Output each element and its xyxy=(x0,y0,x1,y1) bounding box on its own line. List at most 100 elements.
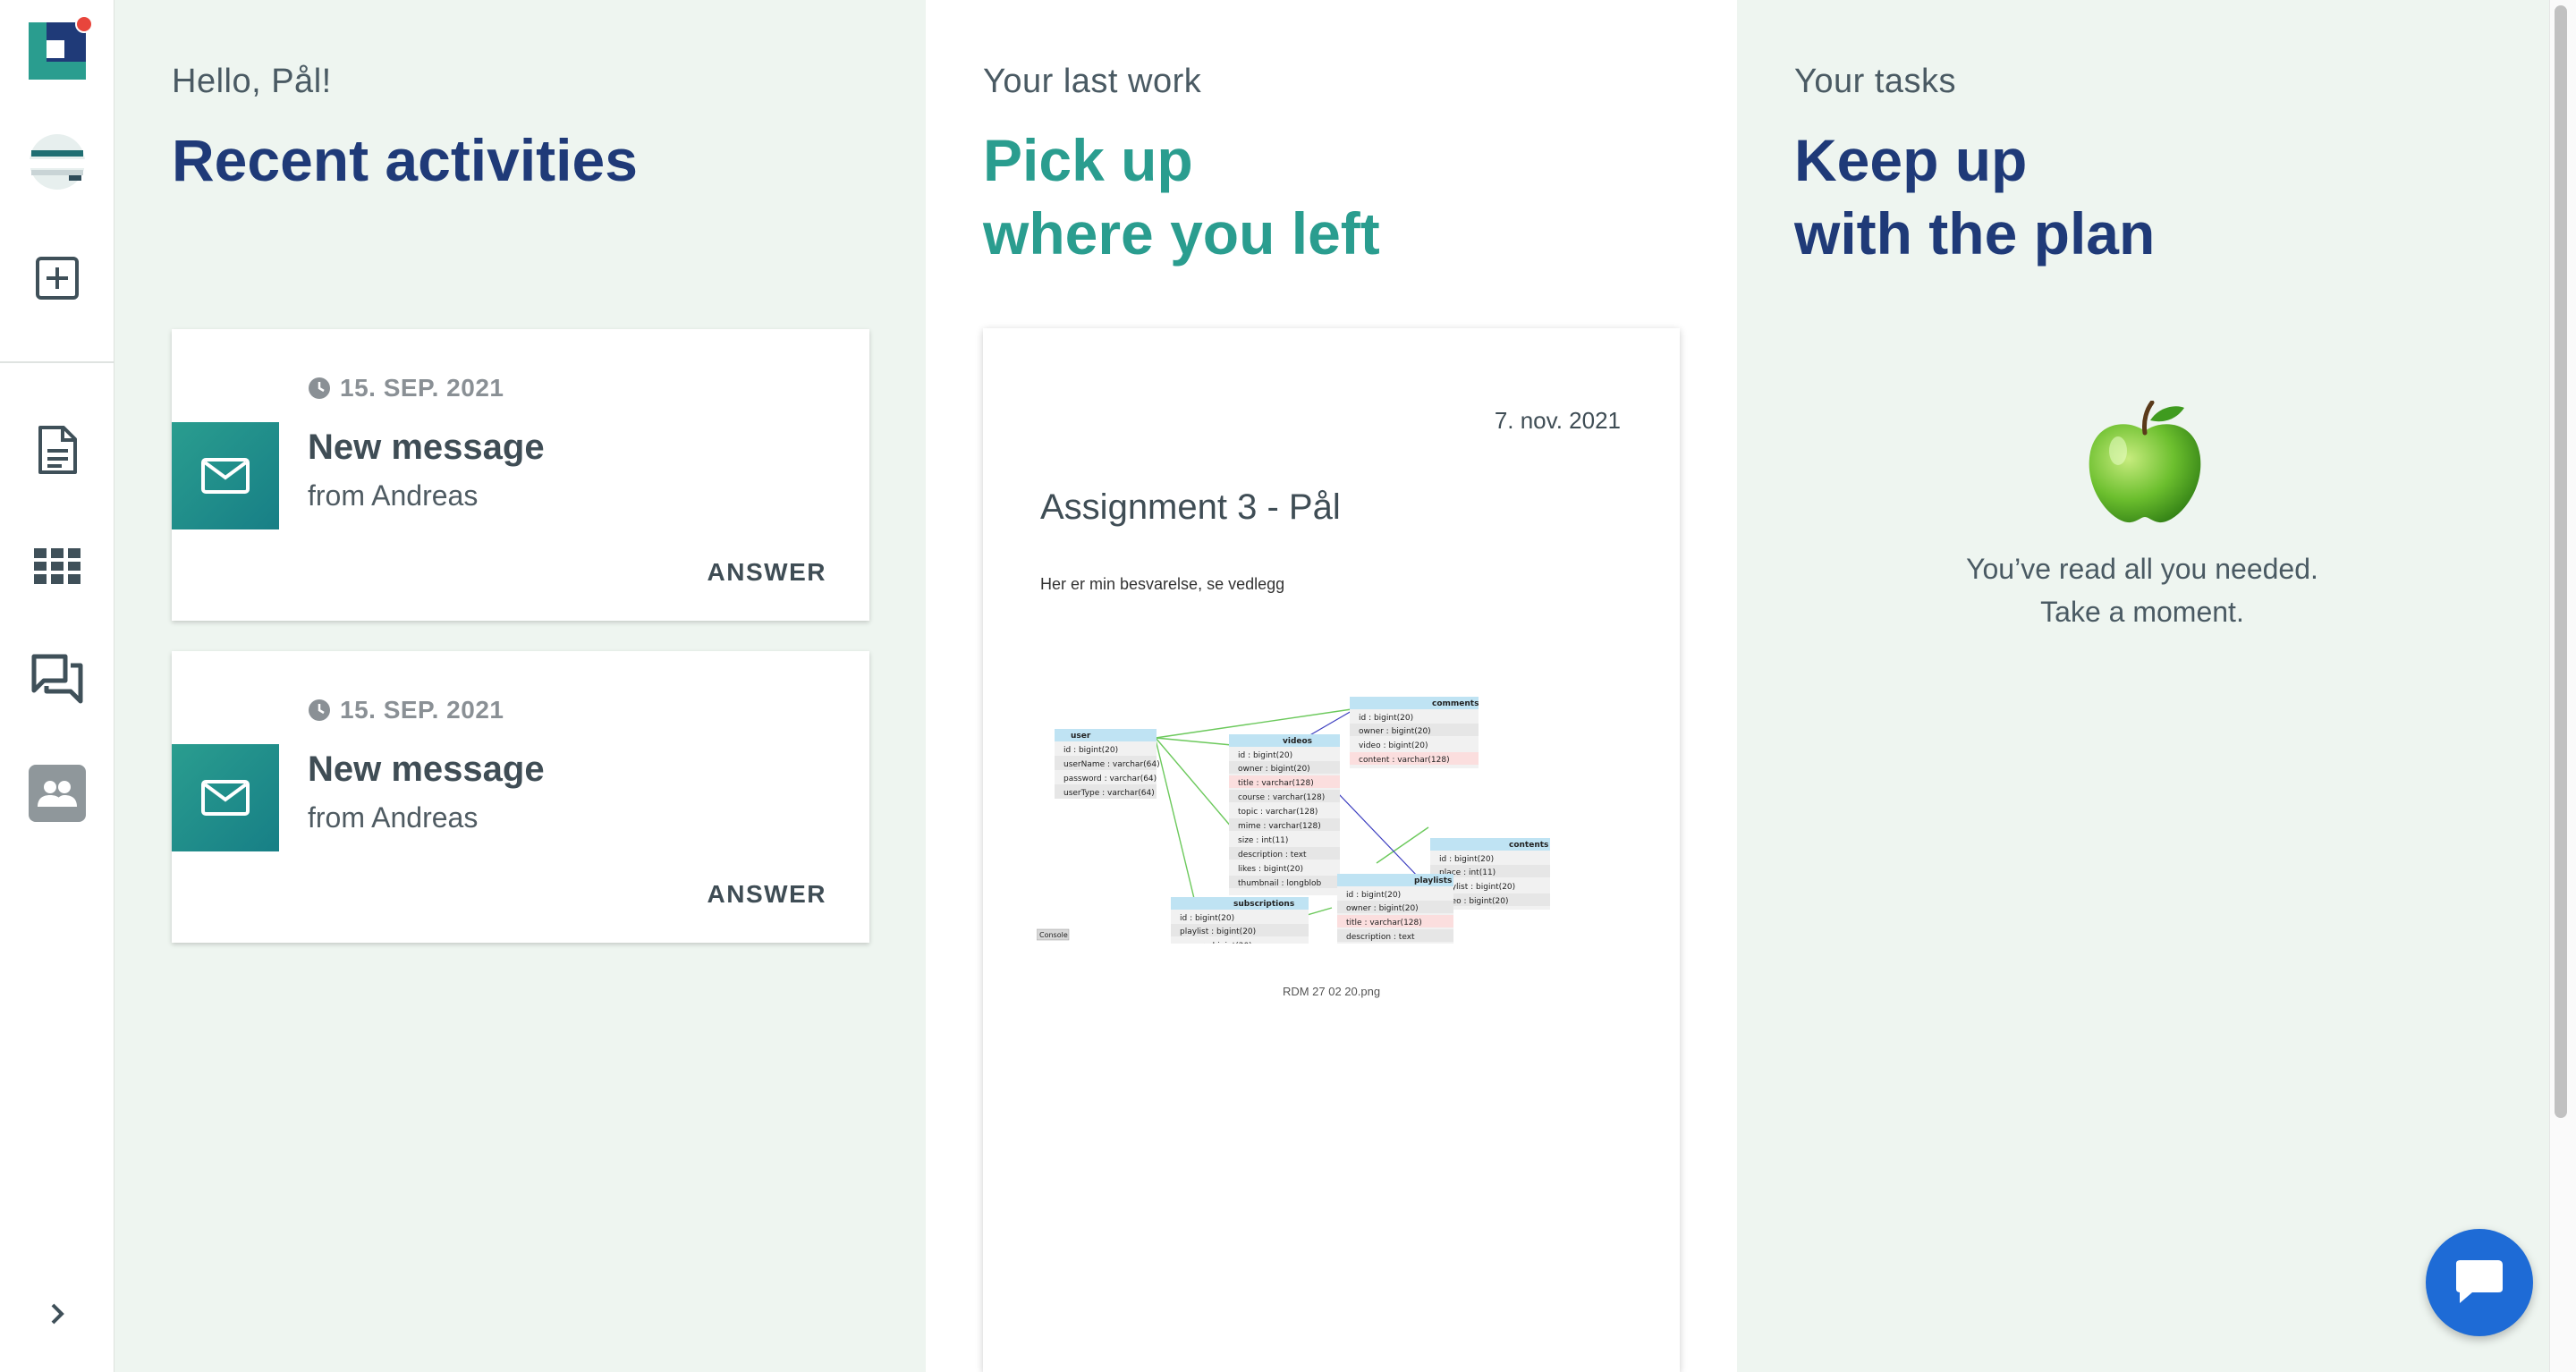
chat-button[interactable] xyxy=(2426,1229,2533,1336)
svg-text:title : varchar(128): title : varchar(128) xyxy=(1238,779,1314,788)
clock-icon xyxy=(309,377,330,399)
tasks-message-line2: Take a moment. xyxy=(2040,596,2244,628)
avatar xyxy=(29,134,85,190)
message-icon-tile xyxy=(172,422,279,529)
activity-date-text: 15. SEP. 2021 xyxy=(340,374,504,402)
scrollbar-thumb[interactable] xyxy=(2555,5,2567,1118)
greeting: Hello, Pål! xyxy=(172,63,332,100)
svg-text:id : bigint(20): id : bigint(20) xyxy=(1180,914,1234,923)
mail-icon xyxy=(201,458,250,494)
svg-text:userType : varchar(64): userType : varchar(64) xyxy=(1063,789,1155,798)
svg-text:playlist : bigint(20): playlist : bigint(20) xyxy=(1180,927,1256,936)
svg-text:id : bigint(20): id : bigint(20) xyxy=(1063,746,1118,755)
svg-text:playlists: playlists xyxy=(1414,877,1452,885)
sidebar-item-documents[interactable] xyxy=(0,420,114,479)
svg-text:video : bigint(20): video : bigint(20) xyxy=(1359,741,1428,750)
tasks-heading: Keep up with the plan xyxy=(1794,123,2155,270)
activity-card[interactable]: 15. SEP. 2021 New message from Andreas A… xyxy=(172,651,869,943)
chat-bubble-icon xyxy=(2456,1260,2503,1303)
svg-text:owner : bigint(20): owner : bigint(20) xyxy=(1346,904,1419,913)
last-work-eyebrow: Your last work xyxy=(983,63,1202,100)
tasks-message: You’ve read all you needed. Take a momen… xyxy=(1843,547,2442,633)
svg-text:thumbnail : longblob: thumbnail : longblob xyxy=(1238,879,1322,888)
activity-date: 15. SEP. 2021 xyxy=(308,696,504,724)
svg-text:description : text: description : text xyxy=(1346,933,1415,942)
svg-text:user: user xyxy=(1071,732,1091,741)
tasks-heading-line2: with the plan xyxy=(1794,200,2156,267)
svg-text:title : varchar(128): title : varchar(128) xyxy=(1346,919,1422,927)
svg-text:id : bigint(20): id : bigint(20) xyxy=(1439,855,1494,864)
people-icon xyxy=(37,781,77,807)
document-date: 7. nov. 2021 xyxy=(1494,407,1621,434)
diagram-tables: user id : bigint(20) userName : varchar(… xyxy=(1037,697,1550,944)
svg-text:topic : varchar(128): topic : varchar(128) xyxy=(1238,808,1318,817)
plus-square-icon xyxy=(35,257,79,300)
sidebar-item-groups[interactable] xyxy=(0,764,114,823)
expand-sidebar-button[interactable] xyxy=(0,1293,114,1334)
console-label: Console xyxy=(1039,931,1068,939)
tasks-eyebrow: Your tasks xyxy=(1794,63,1957,100)
table-user: user id : bigint(20) userName : varchar(… xyxy=(1055,729,1160,799)
svg-text:contents: contents xyxy=(1509,841,1548,850)
svg-text:description : text: description : text xyxy=(1238,851,1307,860)
table-playlists: playlists id : bigint(20) owner : bigint… xyxy=(1337,874,1453,944)
tasks-heading-line1: Keep up xyxy=(1794,127,2028,193)
sidebar xyxy=(0,0,114,1372)
activity-title: New message xyxy=(308,750,545,789)
chevron-right-icon xyxy=(51,1303,64,1325)
sidebar-item-grid[interactable] xyxy=(0,537,114,596)
last-work-heading-line2: where you left xyxy=(983,200,1380,267)
console-tab: Console xyxy=(1037,928,1070,941)
svg-text:id : bigint(20): id : bigint(20) xyxy=(1346,891,1401,900)
svg-text:content : varchar(128): content : varchar(128) xyxy=(1359,756,1450,765)
table-subscriptions: subscriptions id : bigint(20) playlist :… xyxy=(1171,897,1309,944)
svg-text:owner : bigint(20): owner : bigint(20) xyxy=(1238,765,1310,774)
svg-text:course : varchar(128): course : varchar(128) xyxy=(1238,793,1325,802)
svg-text:mime : varchar(128): mime : varchar(128) xyxy=(1238,822,1321,831)
activity-sender: from Andreas xyxy=(308,801,479,834)
table-comments: comments id : bigint(20) owner : bigint(… xyxy=(1350,697,1479,768)
mail-icon xyxy=(201,780,250,816)
document-title: Assignment 3 - Pål xyxy=(1040,487,1341,527)
notification-dot xyxy=(74,15,93,33)
document-preview[interactable]: 7. nov. 2021 Assignment 3 - Pål Her er m… xyxy=(983,328,1680,1372)
last-work-heading: Pick up where you left xyxy=(983,123,1380,270)
last-work-heading-line1: Pick up xyxy=(983,127,1193,193)
svg-text:id : bigint(20): id : bigint(20) xyxy=(1359,714,1413,723)
sidebar-divider xyxy=(0,361,114,363)
apple-icon xyxy=(2089,401,2201,523)
svg-text:id : bigint(20): id : bigint(20) xyxy=(1238,751,1292,760)
activity-date-text: 15. SEP. 2021 xyxy=(340,696,504,724)
activity-sender: from Andreas xyxy=(308,479,479,512)
app-logo[interactable] xyxy=(0,15,114,80)
answer-button[interactable]: ANSWER xyxy=(708,880,826,909)
activity-date: 15. SEP. 2021 xyxy=(308,374,504,402)
activity-title: New message xyxy=(308,428,545,467)
table-videos: videos id : bigint(20) owner : bigint(20… xyxy=(1229,734,1340,895)
document-body: Her er min besvarelse, se vedlegg xyxy=(1040,575,1285,593)
svg-text:likes : bigint(20): likes : bigint(20) xyxy=(1238,865,1303,874)
clock-icon xyxy=(309,699,330,721)
document-caption: RDM 27 02 20.png xyxy=(1282,985,1381,998)
svg-text:subscriptions: subscriptions xyxy=(1233,900,1294,909)
forum-icon xyxy=(31,654,82,704)
logo-icon xyxy=(28,22,86,80)
svg-text:videos: videos xyxy=(1283,737,1312,746)
svg-text:owner : bigint(20): owner : bigint(20) xyxy=(1180,942,1252,944)
svg-text:owner : bigint(20): owner : bigint(20) xyxy=(1359,727,1431,736)
activity-card[interactable]: 15. SEP. 2021 New message from Andreas A… xyxy=(172,329,869,621)
tasks-message-line1: You’ve read all you needed. xyxy=(1966,553,2318,585)
svg-text:size : int(11): size : int(11) xyxy=(1238,836,1288,845)
document-icon xyxy=(38,426,77,474)
grid-icon xyxy=(33,548,80,584)
svg-text:password : varchar(64): password : varchar(64) xyxy=(1063,775,1157,783)
message-icon-tile xyxy=(172,744,279,851)
recent-activities-heading: Recent activities xyxy=(172,127,638,193)
sidebar-item-forum[interactable] xyxy=(0,649,114,708)
svg-text:userName : varchar(64): userName : varchar(64) xyxy=(1063,760,1160,769)
svg-text:comments: comments xyxy=(1432,699,1479,708)
user-avatar[interactable] xyxy=(0,132,114,191)
answer-button[interactable]: ANSWER xyxy=(708,558,826,587)
add-button[interactable] xyxy=(0,249,114,308)
database-diagram-image: user id : bigint(20) userName : varchar(… xyxy=(1037,697,1550,944)
